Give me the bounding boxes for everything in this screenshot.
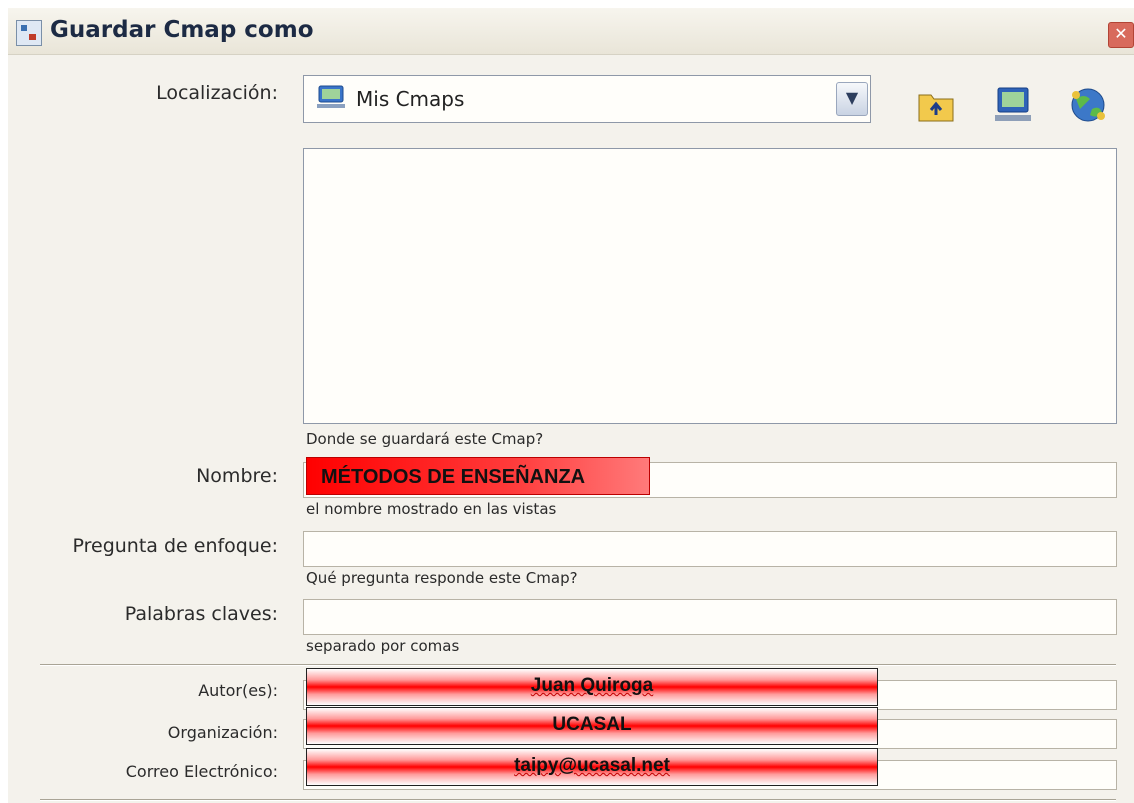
- computer-icon: [317, 85, 345, 108]
- focus-question-label: Pregunta de enfoque:: [72, 535, 278, 557]
- name-hint: el nombre mostrado en las vistas: [306, 500, 557, 518]
- folder-up-icon[interactable]: [916, 85, 956, 125]
- name-value: MÉTODOS DE ENSEÑANZA: [306, 457, 650, 495]
- keywords-label: Palabras claves:: [124, 603, 278, 625]
- name-label: Nombre:: [196, 465, 278, 487]
- window-title: Guardar Cmap como: [50, 17, 314, 43]
- email-text: taipy@ucasal.net: [514, 755, 670, 776]
- author-label: Autor(es):: [198, 681, 278, 700]
- my-computer-icon[interactable]: [993, 85, 1033, 125]
- keywords-input[interactable]: [303, 599, 1117, 635]
- close-button[interactable]: ✕: [1108, 22, 1134, 48]
- chevron-down-icon[interactable]: ▼: [836, 82, 868, 116]
- organization-value: UCASAL: [306, 707, 878, 745]
- organization-text: UCASAL: [552, 714, 632, 735]
- focus-question-hint: Qué pregunta responde este Cmap?: [306, 569, 578, 587]
- divider: [40, 664, 1116, 666]
- author-value: Juan Quiroga: [306, 668, 878, 706]
- location-selected-value: Mis Cmaps: [356, 87, 465, 111]
- keywords-hint: separado por comas: [306, 637, 460, 655]
- bottom-divider: [40, 799, 1116, 801]
- network-globe-icon[interactable]: [1068, 85, 1108, 125]
- location-label: Localización:: [156, 82, 278, 104]
- dialog-body: Localización: Mis Cmaps ▼ Donde se guard…: [8, 55, 1134, 803]
- author-text: Juan Quiroga: [530, 675, 654, 696]
- cmap-app-icon: [16, 20, 42, 46]
- focus-question-input[interactable]: [303, 531, 1117, 567]
- location-dropdown[interactable]: Mis Cmaps ▼: [303, 75, 871, 123]
- organization-label: Organización:: [167, 723, 278, 742]
- location-hint: Donde se guardará este Cmap?: [306, 430, 544, 448]
- email-label: Correo Electrónico:: [125, 762, 278, 781]
- title-bar: Guardar Cmap como ✕: [8, 8, 1134, 55]
- cmap-location-list[interactable]: [303, 148, 1117, 424]
- email-value: taipy@ucasal.net: [306, 748, 878, 786]
